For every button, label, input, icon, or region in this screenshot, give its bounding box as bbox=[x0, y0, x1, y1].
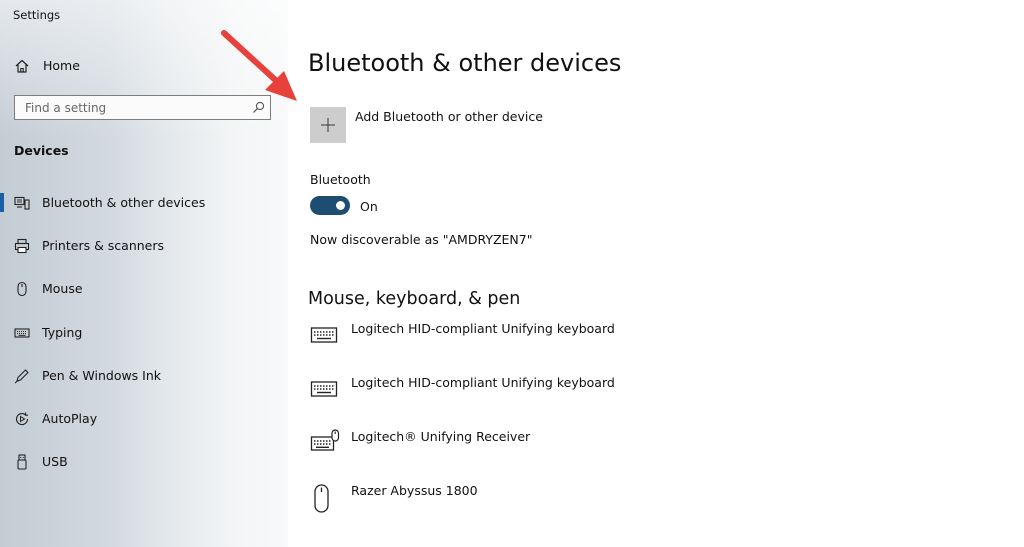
sidebar-item-bluetooth[interactable]: Bluetooth & other devices bbox=[0, 183, 288, 223]
device-name: Logitech HID-compliant Unifying keyboard bbox=[351, 321, 615, 336]
mouse-icon bbox=[314, 484, 329, 513]
main-content: Bluetooth & other devices Add Bluetooth … bbox=[288, 0, 1024, 547]
device-item[interactable]: Logitech HID-compliant Unifying keyboard bbox=[310, 321, 710, 361]
add-device-button[interactable] bbox=[310, 107, 346, 143]
autoplay-icon bbox=[15, 412, 29, 426]
sidebar-item-home[interactable]: Home bbox=[0, 46, 288, 86]
pen-icon bbox=[14, 369, 29, 384]
sidebar-item-label: Mouse bbox=[42, 281, 83, 296]
sidebar-item-pen[interactable]: Pen & Windows Ink bbox=[0, 356, 288, 396]
page-title: Bluetooth & other devices bbox=[308, 49, 622, 77]
search-input[interactable] bbox=[15, 96, 250, 119]
device-name: Logitech® Unifying Receiver bbox=[351, 429, 531, 444]
sidebar-item-label: AutoPlay bbox=[42, 411, 98, 426]
sidebar-item-typing[interactable]: Typing bbox=[0, 313, 288, 353]
sidebar: Settings Home Devices Bluetooth & other … bbox=[0, 0, 288, 547]
sidebar-item-autoplay[interactable]: AutoPlay bbox=[0, 399, 288, 439]
sidebar-item-label: Bluetooth & other devices bbox=[42, 195, 206, 210]
plus-icon bbox=[321, 118, 335, 132]
bluetooth-devices-icon bbox=[14, 196, 30, 210]
usb-icon bbox=[17, 454, 27, 470]
section-title: Mouse, keyboard, & pen bbox=[308, 289, 521, 309]
discoverable-text: Now discoverable as "AMDRYZEN7" bbox=[310, 232, 533, 247]
printer-icon bbox=[14, 238, 30, 254]
device-item[interactable]: Logitech HID-compliant Unifying keyboard bbox=[310, 375, 710, 415]
sidebar-item-label: Typing bbox=[42, 325, 83, 340]
sidebar-item-label: Home bbox=[43, 58, 80, 73]
sidebar-item-usb[interactable]: USB bbox=[0, 442, 288, 482]
sidebar-item-label: Printers & scanners bbox=[42, 238, 165, 253]
keyboard-icon bbox=[310, 381, 338, 397]
toggle-knob bbox=[336, 201, 345, 210]
mouse-icon bbox=[17, 281, 27, 297]
bluetooth-label: Bluetooth bbox=[310, 172, 371, 187]
section-label-devices: Devices bbox=[14, 143, 69, 158]
sidebar-item-label: USB bbox=[42, 454, 68, 469]
add-device-link[interactable]: Add Bluetooth or other device bbox=[355, 109, 543, 124]
search-box[interactable] bbox=[14, 95, 271, 120]
device-name: Logitech HID-compliant Unifying keyboard bbox=[351, 375, 615, 390]
search-icon[interactable] bbox=[252, 101, 265, 114]
device-item[interactable]: Razer Abyssus 1800 bbox=[310, 483, 710, 523]
device-name: Razer Abyssus 1800 bbox=[351, 483, 478, 498]
bluetooth-toggle[interactable] bbox=[310, 196, 350, 215]
app-title: Settings bbox=[13, 8, 61, 22]
home-icon bbox=[15, 59, 29, 73]
sidebar-item-label: Pen & Windows Ink bbox=[42, 368, 162, 383]
keyboard-icon bbox=[14, 328, 30, 338]
bluetooth-state: On bbox=[360, 199, 378, 214]
keyboard-mouse-icon bbox=[310, 429, 340, 451]
device-item[interactable]: Logitech® Unifying Receiver bbox=[310, 429, 710, 469]
sidebar-item-mouse[interactable]: Mouse bbox=[0, 269, 288, 309]
sidebar-item-printers[interactable]: Printers & scanners bbox=[0, 226, 288, 266]
keyboard-icon bbox=[310, 327, 338, 343]
